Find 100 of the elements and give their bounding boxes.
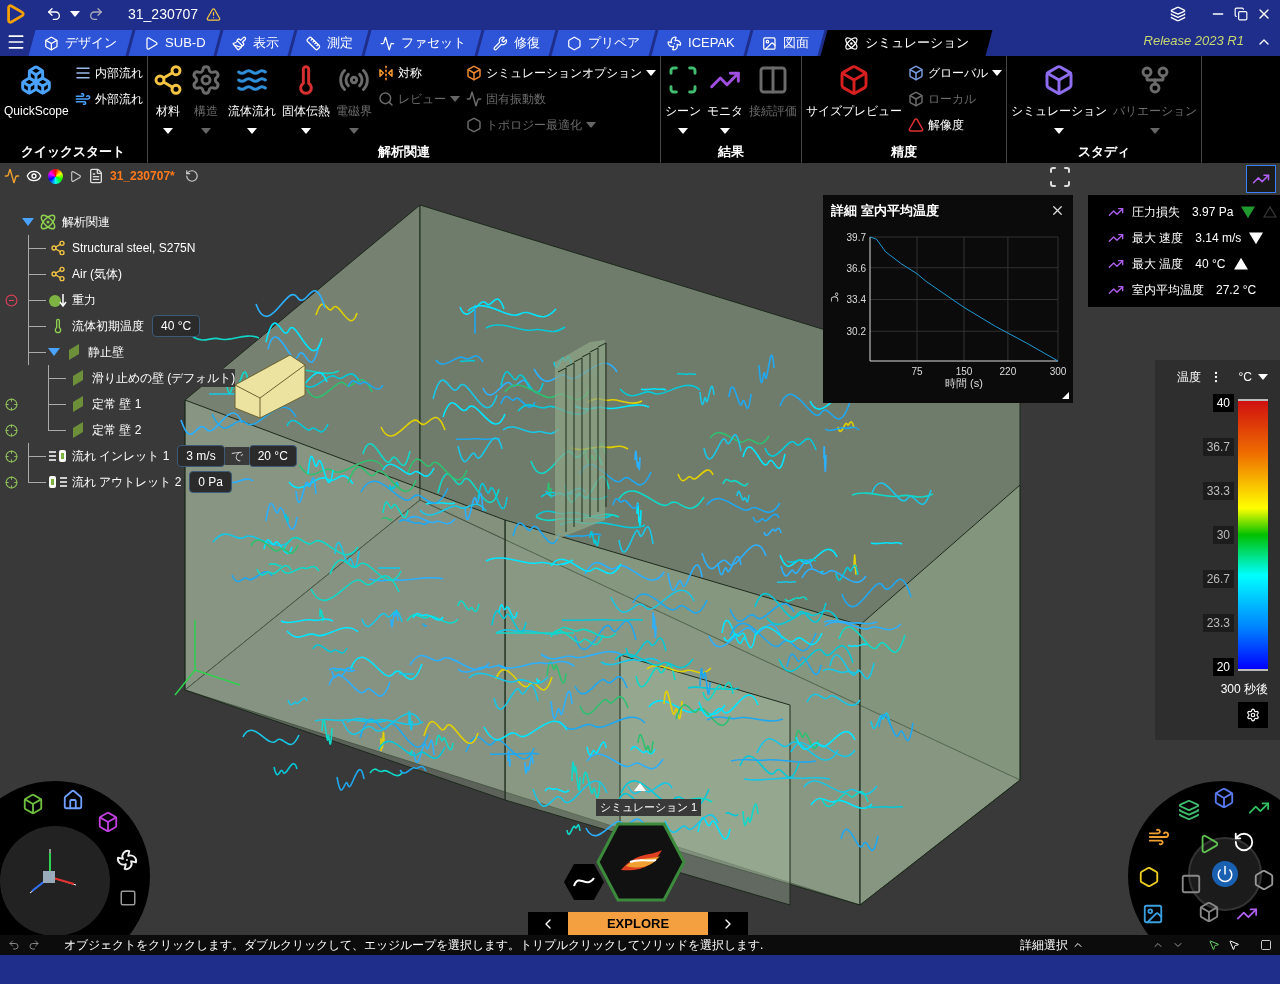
monitor-name: 最大 温度 (1132, 256, 1184, 273)
expand-caret-icon[interactable] (48, 348, 60, 356)
ribbon-button[interactable]: 内部流れ (72, 60, 145, 86)
unit-dropdown[interactable]: °C (1238, 368, 1268, 386)
tree-item[interactable]: Air (気体) (72, 265, 122, 283)
cube-icon[interactable] (22, 793, 44, 815)
atom-icon (844, 35, 860, 51)
home-icon[interactable] (62, 789, 84, 811)
tree-item[interactable]: 重力 (72, 291, 96, 309)
ribbon-button[interactable]: 対称 (375, 60, 462, 86)
ribbon-button[interactable]: シーン (662, 60, 703, 142)
tree-item[interactable]: 静止壁 (88, 343, 124, 361)
tree-item[interactable]: 定常 壁 2 (92, 421, 142, 439)
resize-handle-icon[interactable] (1062, 392, 1069, 399)
triangle-icon (907, 117, 924, 133)
target-icon[interactable] (4, 397, 18, 411)
restore-icon[interactable] (1234, 7, 1248, 21)
ribbon-tab[interactable]: ファセット (364, 30, 482, 56)
undo-icon[interactable] (8, 939, 20, 951)
ribbon-tab[interactable]: シミュレーション (820, 30, 993, 56)
ribbon-button[interactable]: 解像度 (905, 112, 1004, 138)
frame-icon[interactable] (1048, 165, 1072, 189)
axis-label: 300 (1049, 366, 1067, 377)
up-triangle-icon[interactable] (634, 783, 646, 791)
selection-mode[interactable]: 詳細選択 (1020, 936, 1084, 954)
ribbon-button[interactable]: シミュレーションオプション (463, 60, 658, 86)
ribbon-button[interactable]: QuickScope (2, 60, 71, 142)
target-icon[interactable] (4, 423, 18, 437)
ribbon-tab[interactable]: ICEPAK (651, 30, 751, 56)
layers-icon[interactable] (1178, 799, 1200, 821)
box-select-icon[interactable] (1260, 939, 1272, 951)
value-field[interactable]: 0 Pa (189, 471, 233, 493)
layers-icon[interactable] (1170, 6, 1186, 22)
eye-icon[interactable] (26, 168, 42, 184)
ribbon-button[interactable]: 外部流れ (72, 86, 145, 112)
tree-item[interactable]: 解析関連 (62, 213, 110, 231)
ribbon-tab[interactable]: 図面 (746, 30, 825, 56)
value-field[interactable]: 3 m/s (177, 445, 225, 467)
monitor-value: 27.2 °C (1216, 282, 1257, 299)
ribbon-button[interactable]: モニタ (704, 60, 745, 142)
flame-hexagon-icon[interactable] (596, 822, 686, 902)
legend-title: 温度 (1176, 369, 1201, 386)
ribbon-button[interactable]: サイズプレビュー (803, 60, 904, 142)
previous-button[interactable] (528, 912, 568, 935)
box-icon[interactable] (1198, 901, 1220, 923)
value-field[interactable]: 40 °C (152, 315, 201, 337)
cube-icon[interactable] (97, 811, 119, 833)
play-icon[interactable] (69, 169, 82, 183)
rotate-icon[interactable] (1233, 831, 1255, 853)
refresh-icon[interactable] (184, 169, 199, 183)
remove-icon[interactable] (4, 293, 18, 307)
tree-item[interactable]: 流体初期温度 (72, 317, 144, 335)
pointer-icon[interactable] (1208, 939, 1220, 951)
tree-item[interactable]: 定常 壁 1 (92, 395, 142, 413)
tree-item[interactable]: 流れ インレット 1 (72, 447, 170, 465)
ribbon-tab[interactable]: 表示 (216, 30, 295, 56)
fan-icon[interactable] (116, 849, 138, 871)
picture-icon[interactable] (1142, 903, 1164, 925)
window-title: 31_230707 (128, 4, 199, 24)
next-button[interactable] (708, 912, 748, 935)
cube-icon (907, 91, 924, 107)
target-icon[interactable] (4, 475, 18, 489)
wall-icon (71, 422, 85, 438)
ribbon-button[interactable]: 材料 (149, 60, 186, 142)
search-icon (377, 91, 394, 107)
axis-title: ℃ (829, 292, 840, 302)
ribbon-button[interactable]: シミュレーション (1008, 60, 1109, 142)
tree-item[interactable]: 滑り止めの壁 (デフォルト) (92, 369, 236, 387)
ribbon-tab[interactable]: プリペア (551, 30, 656, 56)
settings-icon (1246, 708, 1260, 722)
menu-icon[interactable] (6, 32, 26, 52)
ribbon-tab[interactable]: デザイン (28, 30, 133, 56)
redo-icon[interactable] (28, 939, 40, 951)
cube-icon[interactable] (1213, 787, 1235, 809)
wind-icon[interactable] (1148, 826, 1170, 848)
ribbon-button[interactable]: グローバル (905, 60, 1004, 86)
ribbon-tab[interactable]: 測定 (290, 30, 369, 56)
legend-tick: 36.7 (1202, 438, 1234, 456)
undo-icon[interactable] (46, 6, 62, 22)
wave-icon (380, 35, 396, 51)
ribbon-tab[interactable]: SUB-D (128, 30, 221, 56)
curve-hexagon-icon[interactable] (564, 862, 604, 902)
ribbon-button[interactable]: 固体伝熱 (279, 60, 332, 142)
axis-label: 33.4 (846, 294, 866, 306)
legend-tick: 40 (1212, 394, 1234, 412)
tree-item[interactable]: 流れ アウトレット 2 (72, 473, 182, 491)
expand-caret-icon[interactable] (22, 218, 34, 226)
gear-icon (189, 64, 222, 96)
axis-label: 30.2 (846, 326, 866, 338)
redo-icon[interactable] (88, 6, 104, 22)
ribbon-button[interactable]: 流体流れ (225, 60, 278, 142)
mesh-icon[interactable] (1253, 869, 1275, 891)
chart-toggle-button[interactable] (1246, 165, 1276, 193)
time-label: 300 秒後 (1220, 681, 1268, 698)
monitor-name: 室内平均温度 (1132, 282, 1204, 299)
value-field[interactable]: 20 °C (248, 445, 297, 467)
target-icon[interactable] (4, 449, 18, 463)
settings-button[interactable] (1238, 702, 1268, 728)
color-wheel-icon[interactable] (48, 168, 63, 184)
ribbon-tab[interactable]: 修復 (477, 30, 556, 56)
